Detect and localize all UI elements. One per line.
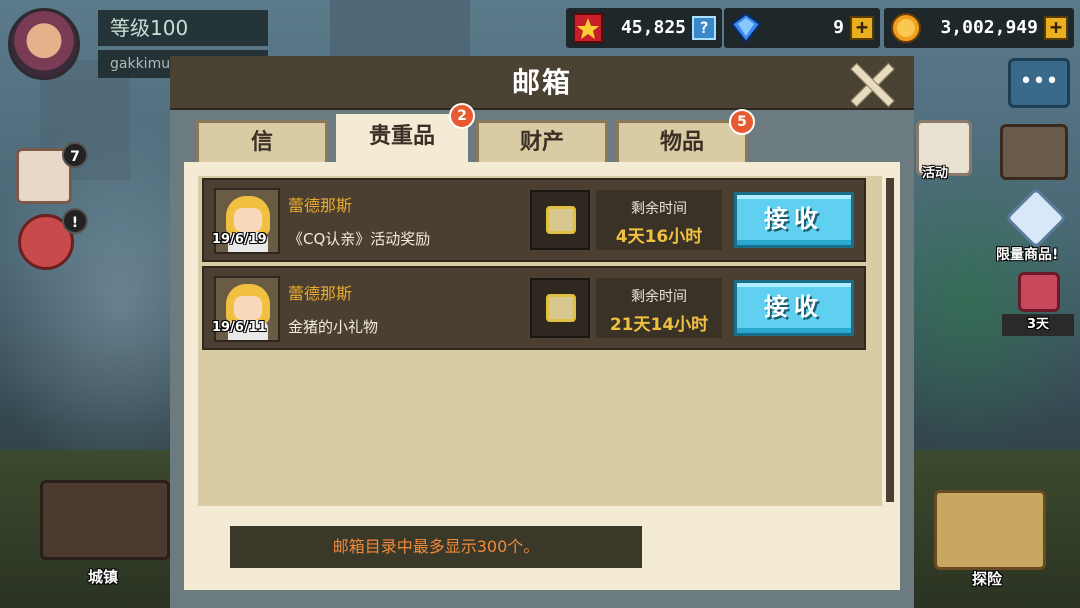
- mail-sender: 蕾德那斯: [288, 284, 353, 303]
- arena-points-value: 45,825: [620, 17, 686, 38]
- gems-counter: 9 +: [724, 8, 880, 48]
- mailbox-header: 邮箱: [170, 56, 914, 110]
- mail-subject: 《CQ认亲》活动奖励: [288, 230, 431, 248]
- scroll-shape: [546, 294, 576, 322]
- tab-valuables-label: 贵重品: [368, 124, 435, 149]
- add-gold-button[interactable]: +: [1044, 16, 1068, 40]
- mail-list-scrollbar[interactable]: [886, 178, 894, 502]
- mailbox-title: 邮箱: [511, 66, 572, 99]
- event-label: 活动: [922, 166, 949, 181]
- scroll-reward-icon: [530, 278, 590, 338]
- player-level: 等级100: [98, 10, 268, 46]
- gold-value: 3,002,949: [940, 17, 1038, 38]
- gold-coin-icon: [890, 12, 922, 44]
- remaining-time-label: 剩余时间: [631, 201, 687, 217]
- tab-letters-label: 信: [250, 130, 273, 155]
- town-building-icon[interactable]: [40, 480, 170, 560]
- gem-icon: [730, 12, 762, 44]
- receive-button[interactable]: 接收: [734, 280, 854, 336]
- tab-assets-label: 财产: [519, 130, 564, 155]
- receive-button[interactable]: 接收: [734, 192, 854, 248]
- remaining-time-value: 21天14小时: [609, 315, 709, 335]
- limited-label: 限量商品!: [996, 247, 1059, 263]
- remaining-time-box: 剩余时间 21天14小时: [596, 278, 722, 338]
- mail-row: 19/6/19 蕾德那斯 《CQ认亲》活动奖励 剩余时间 4天16小时 接收: [202, 178, 866, 262]
- mail-date: 19/6/11: [212, 320, 267, 335]
- castle-silhouette: [330, 0, 470, 60]
- shop-chest-icon[interactable]: [1000, 124, 1068, 180]
- portrait-face: [234, 208, 262, 232]
- mailbox-dialog: 邮箱 信 贵重品 2 财产 物品 5 19/6/19 蕾德那斯 《CQ认亲》活动…: [170, 56, 914, 608]
- gift-days-badge: 3天: [1002, 314, 1074, 336]
- mail-date: 19/6/19: [212, 232, 267, 247]
- add-gems-button[interactable]: +: [850, 16, 874, 40]
- scroll-reward-icon: [530, 190, 590, 250]
- tab-items[interactable]: 物品 5: [616, 109, 755, 166]
- mail-row: 19/6/11 蕾德那斯 金猪的小礼物 剩余时间 21天14小时 接收: [202, 266, 866, 350]
- gold-counter: 3,002,949 +: [884, 8, 1074, 48]
- tab-valuables[interactable]: 贵重品 2: [336, 103, 475, 170]
- tab-letters[interactable]: 信: [196, 120, 328, 166]
- close-icon[interactable]: [848, 60, 894, 106]
- scroll-shape: [546, 206, 576, 234]
- portrait-face: [234, 296, 262, 320]
- mail-list: 19/6/19 蕾德那斯 《CQ认亲》活动奖励 剩余时间 4天16小时 接收 1…: [198, 176, 882, 506]
- mail-panel: 19/6/19 蕾德那斯 《CQ认亲》活动奖励 剩余时间 4天16小时 接收 1…: [184, 162, 900, 590]
- mail-count-badge: 7: [62, 142, 88, 168]
- town-label[interactable]: 城镇: [88, 566, 118, 587]
- arena-help-icon[interactable]: ?: [692, 16, 716, 40]
- explore-map-icon[interactable]: [934, 490, 1046, 570]
- mail-sender: 蕾德那斯: [288, 196, 353, 215]
- tab-items-badge: 5: [729, 109, 755, 135]
- arena-trophy-icon: [572, 12, 604, 44]
- arena-points-counter: 45,825 ?: [566, 8, 722, 48]
- chat-bubble-icon: •••: [1019, 69, 1059, 94]
- tab-assets[interactable]: 财产: [476, 120, 608, 166]
- gems-value: 9: [833, 17, 844, 38]
- explore-label[interactable]: 探险: [972, 568, 1002, 589]
- remaining-time-value: 4天16小时: [615, 227, 703, 247]
- chat-button[interactable]: •••: [1008, 58, 1070, 108]
- mailbox-limit-note: 邮箱目录中最多显示300个。: [230, 526, 642, 568]
- player-avatar[interactable]: [8, 8, 80, 80]
- remaining-time-box: 剩余时间 4天16小时: [596, 190, 722, 250]
- alert-badge: !: [62, 208, 88, 234]
- tab-valuables-badge: 2: [449, 103, 475, 129]
- tab-items-label: 物品: [659, 130, 704, 155]
- mail-subject: 金猪的小礼物: [288, 318, 379, 336]
- remaining-time-label: 剩余时间: [631, 289, 687, 305]
- gift-box-icon[interactable]: [1018, 272, 1060, 312]
